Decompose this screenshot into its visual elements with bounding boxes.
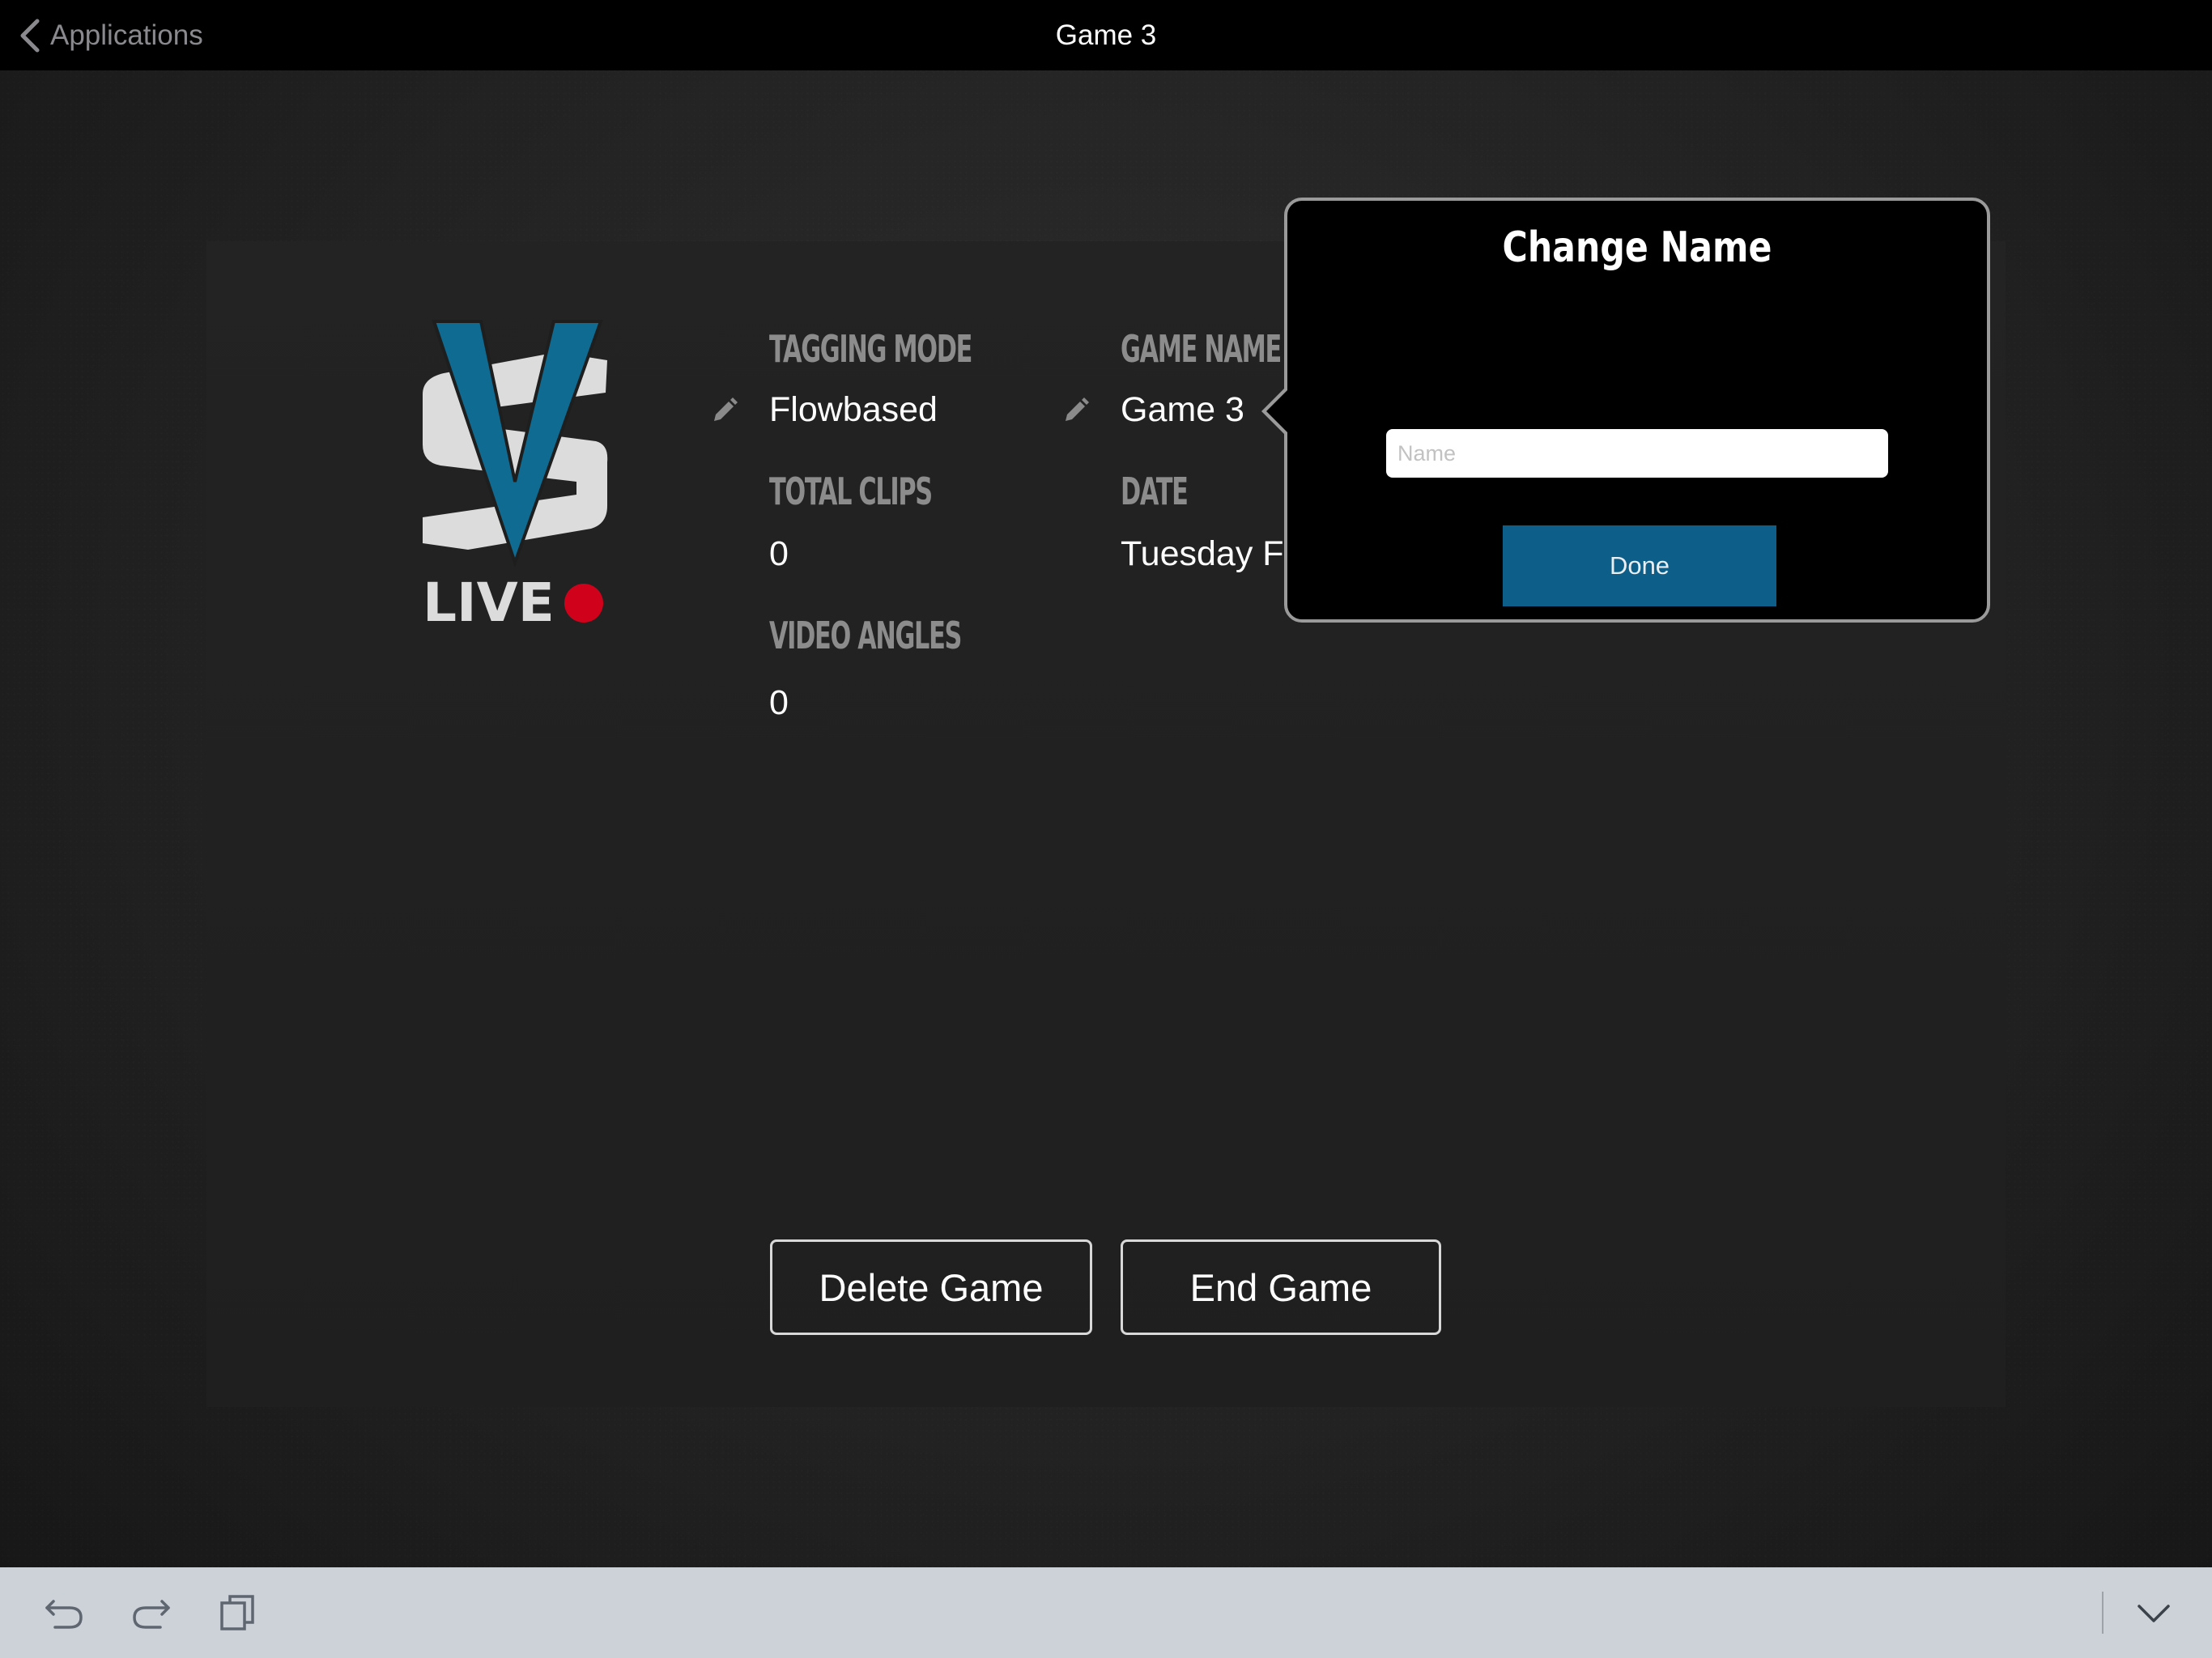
page-title: Game 3 <box>1055 19 1157 51</box>
vs-live-logo: LIVE <box>423 320 608 634</box>
toolbar-divider <box>2102 1592 2104 1634</box>
app-screen: Applications Game 3 LIVE TAGGING MODE Fl… <box>0 0 2212 1658</box>
date-label: DATE <box>1121 470 1189 513</box>
keyboard-toolbar <box>0 1567 2212 1658</box>
game-name-label: GAME NAME <box>1121 327 1282 371</box>
redo-icon[interactable] <box>128 1590 173 1635</box>
logo-live-text: LIVE <box>423 572 555 634</box>
total-clips-label: TOTAL CLIPS <box>769 470 933 513</box>
chevron-down-icon[interactable] <box>2131 1590 2176 1635</box>
change-name-popover: Change Name Done <box>1284 198 1990 623</box>
tagging-mode-label: TAGGING MODE <box>769 327 972 371</box>
copy-icon[interactable] <box>215 1590 261 1635</box>
name-input[interactable] <box>1386 429 1888 478</box>
undo-icon[interactable] <box>42 1590 87 1635</box>
popover-arrow-fill <box>1266 389 1288 433</box>
game-name-value: Game 3 <box>1121 390 1244 429</box>
record-dot-icon <box>564 584 603 623</box>
total-clips-value: 0 <box>769 534 789 573</box>
end-game-button[interactable]: End Game <box>1121 1239 1441 1335</box>
video-angles-label: VIDEO ANGLES <box>769 614 962 657</box>
delete-game-button[interactable]: Delete Game <box>770 1239 1092 1335</box>
pencil-icon[interactable] <box>1062 397 1090 424</box>
pencil-icon[interactable] <box>711 397 738 424</box>
date-value: Tuesday F <box>1121 534 1284 573</box>
navigation-bar: Applications Game 3 <box>0 0 2212 70</box>
video-angles-value: 0 <box>769 683 789 722</box>
tagging-mode-value: Flowbased <box>769 390 938 429</box>
done-button[interactable]: Done <box>1503 525 1776 606</box>
popover-title: Change Name <box>1502 223 1772 272</box>
